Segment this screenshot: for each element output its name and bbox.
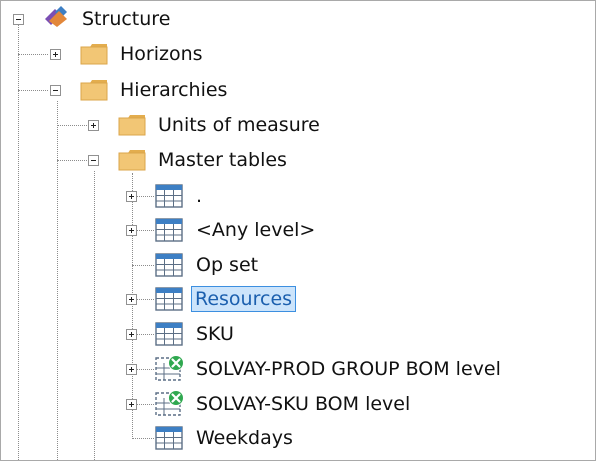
table-icon xyxy=(155,426,183,450)
tree-node-structure[interactable]: Structure xyxy=(79,6,173,32)
expand-sku-toggle[interactable] xyxy=(126,329,137,340)
tree-node-hierarchies[interactable]: Hierarchies xyxy=(117,77,230,103)
table-icon xyxy=(155,287,183,311)
expand-resources-toggle[interactable] xyxy=(126,294,137,305)
expand-dot-toggle[interactable] xyxy=(126,191,137,202)
tree-node-any-level[interactable]: <Any level> xyxy=(193,217,318,243)
tree-node-dot[interactable]: . xyxy=(193,183,205,209)
tree-guide-hierarchies xyxy=(18,90,48,91)
tree-guide-hierarchies-children xyxy=(57,101,58,460)
folder-icon xyxy=(118,114,146,136)
tree-node-solvay-sku-bom-level[interactable]: SOLVAY-SKU BOM level xyxy=(193,391,413,417)
tree-guide-units xyxy=(57,125,87,126)
tree-node-solvay-prod-group-bom-level[interactable]: SOLVAY-PROD GROUP BOM level xyxy=(193,356,504,382)
expand-solvay-prod-group-toggle[interactable] xyxy=(126,364,137,375)
tree-node-horizons[interactable]: Horizons xyxy=(117,41,206,67)
table-error-icon xyxy=(155,355,185,381)
table-icon xyxy=(155,218,183,242)
tree-guide-master-children xyxy=(94,171,95,460)
folder-icon xyxy=(80,43,108,65)
table-icon xyxy=(155,322,183,346)
tree-guide-weekdays xyxy=(132,438,154,439)
folder-icon xyxy=(80,79,108,101)
table-icon xyxy=(155,184,183,208)
tree-node-resources[interactable]: Resources xyxy=(191,286,297,312)
tree-guide-horizons xyxy=(18,54,48,55)
tree-guide-opset xyxy=(132,265,154,266)
expand-horizons-toggle[interactable] xyxy=(50,49,61,60)
collapse-master-tables-toggle[interactable] xyxy=(88,155,99,166)
tree-node-weekdays[interactable]: Weekdays xyxy=(193,425,296,451)
tree-guide-master xyxy=(57,160,87,161)
collapse-hierarchies-toggle[interactable] xyxy=(50,85,61,96)
structure-tree-view[interactable]: Structure Horizons Hierarchies Units of … xyxy=(0,0,596,461)
expand-units-of-measure-toggle[interactable] xyxy=(88,120,99,131)
table-icon xyxy=(155,253,183,277)
expand-solvay-sku-bom-toggle[interactable] xyxy=(126,399,137,410)
expand-any-level-toggle[interactable] xyxy=(126,225,137,236)
tree-node-op-set[interactable]: Op set xyxy=(193,252,261,278)
collapse-structure-toggle[interactable] xyxy=(13,14,24,25)
table-error-icon xyxy=(155,390,185,416)
structure-icon xyxy=(45,6,67,27)
tree-node-master-tables[interactable]: Master tables xyxy=(155,147,290,173)
tree-node-units-of-measure[interactable]: Units of measure xyxy=(155,112,323,138)
folder-icon xyxy=(118,149,146,171)
tree-node-sku[interactable]: SKU xyxy=(193,321,237,347)
